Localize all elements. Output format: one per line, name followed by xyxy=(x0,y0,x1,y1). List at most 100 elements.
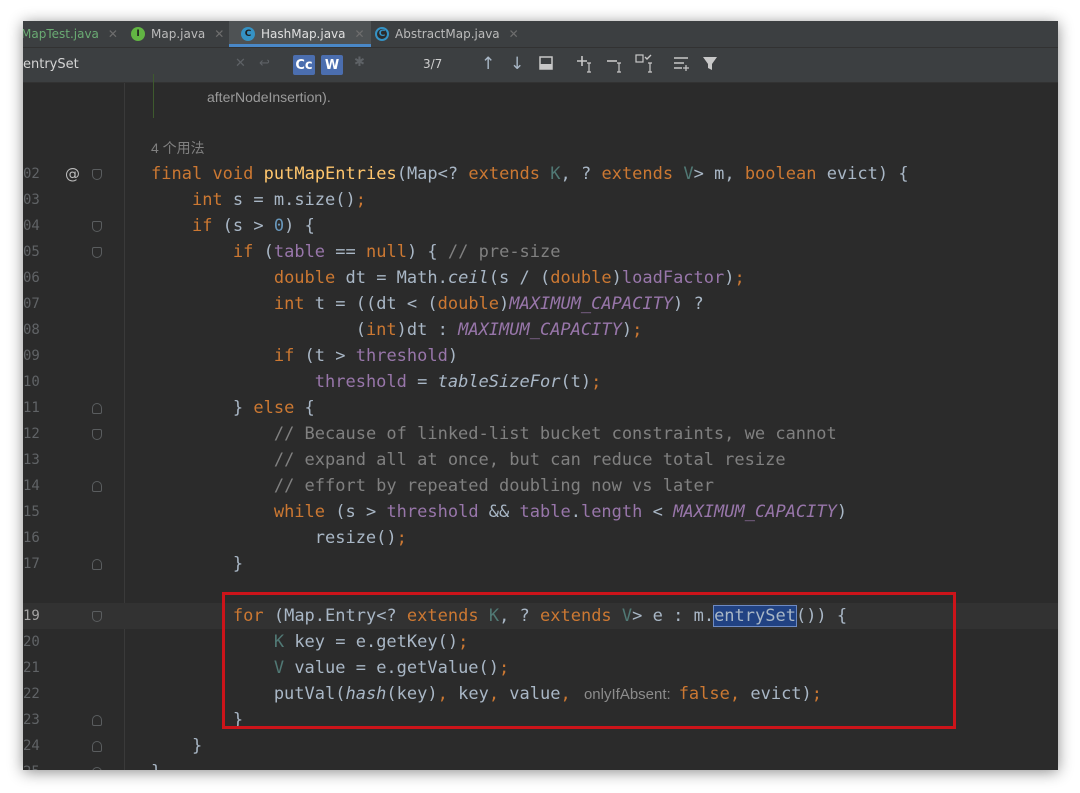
indent-guide xyxy=(153,74,154,118)
line-number: 22 xyxy=(23,686,40,702)
tab-map[interactable]: I Map.java ✕ xyxy=(131,21,224,47)
code-line-17[interactable]: 17 } xyxy=(23,551,1058,577)
fold-icon[interactable] xyxy=(92,169,102,180)
close-icon[interactable]: ✕ xyxy=(108,27,118,41)
fold-end-icon[interactable] xyxy=(92,715,102,726)
code-fragment: afterNodeInsertion). xyxy=(207,89,331,105)
code-text: int t = ((dt < (double)MAXIMUM_CAPACITY)… xyxy=(273,294,704,314)
ide-window: MapTest.java ✕ I Map.java ✕ C HashMap.ja… xyxy=(23,21,1058,770)
code-line-04[interactable]: 04 if (s > 0) { xyxy=(23,213,1058,239)
tab-label: AbstractMap.java xyxy=(395,27,500,41)
fold-end-icon[interactable] xyxy=(92,403,102,414)
fold-end-icon[interactable] xyxy=(92,481,102,492)
line-number: 08 xyxy=(23,322,40,338)
code-line-06[interactable]: 06 double dt = Math.ceil(s / (double)loa… xyxy=(23,265,1058,291)
code-editor[interactable]: afterNodeInsertion). 4 个用法 02 @ final vo… xyxy=(23,74,1058,770)
code-line-15[interactable]: 15 while (s > threshold && table.length … xyxy=(23,499,1058,525)
code-text: // effort by repeated doubling now vs la… xyxy=(273,476,714,496)
code-line-24[interactable]: 24 } xyxy=(23,733,1058,759)
fold-icon[interactable] xyxy=(92,247,102,258)
code-line-03[interactable]: 03 int s = m.size(); xyxy=(23,187,1058,213)
tab-label: Map.java xyxy=(151,27,206,41)
fold-end-icon[interactable] xyxy=(92,741,102,752)
code-text: if (s > 0) { xyxy=(191,216,315,236)
line-number: 24 xyxy=(23,738,40,754)
match-case-toggle[interactable]: Cc xyxy=(293,55,315,75)
usages-hint-line[interactable]: 4 个用法 xyxy=(23,135,1058,161)
tab-label: MapTest.java xyxy=(23,27,99,41)
remove-occurrence-icon[interactable] xyxy=(606,55,626,77)
code-line-16[interactable]: 16 resize(); xyxy=(23,525,1058,551)
filter-search-results-icon[interactable] xyxy=(673,56,689,76)
code-line-25[interactable]: 25 } xyxy=(23,759,1058,770)
line-number: 11 xyxy=(23,400,40,416)
line-number: 20 xyxy=(23,634,40,650)
code-text: } else { xyxy=(151,398,315,418)
tab-hashmap[interactable]: C HashMap.java ✕ xyxy=(229,21,371,47)
code-line-fragment[interactable]: afterNodeInsertion). xyxy=(23,74,1058,118)
line-number: 07 xyxy=(23,296,40,312)
code-line-11[interactable]: 11 } else { xyxy=(23,395,1058,421)
close-icon[interactable]: ✕ xyxy=(509,27,519,41)
find-bar: entrySet ✕ ↩ Cc W ✱ 3/7 ↑ ↓ xyxy=(23,48,1058,83)
search-input[interactable]: entrySet xyxy=(23,57,79,72)
regex-icon[interactable]: ✱ xyxy=(354,55,365,70)
code-line-14[interactable]: 14 // effort by repeated doubling now vs… xyxy=(23,473,1058,499)
previous-occurrence-icon[interactable]: ↑ xyxy=(481,54,495,74)
usages-hint[interactable]: 4 个用法 xyxy=(151,135,205,161)
line-number: 04 xyxy=(23,218,40,234)
line-number: 09 xyxy=(23,348,40,364)
code-line-07[interactable]: 07 int t = ((dt < (double)MAXIMUM_CAPACI… xyxy=(23,291,1058,317)
line-number: 05 xyxy=(23,244,40,260)
code-line-09[interactable]: 09 if (t > threshold) xyxy=(23,343,1058,369)
code-text: // Because of linked-list bucket constra… xyxy=(273,424,837,444)
line-number: 12 xyxy=(23,426,40,442)
code-text: } xyxy=(151,554,244,574)
filter-icon[interactable] xyxy=(702,56,718,76)
code-text: // expand all at once, but can reduce to… xyxy=(273,450,786,470)
class-icon: C xyxy=(241,27,255,41)
clear-search-icon[interactable]: ✕ xyxy=(235,56,246,71)
code-text: while (s > threshold && table.length < M… xyxy=(273,502,848,522)
line-number: 14 xyxy=(23,478,40,494)
code-text: threshold = tableSizeFor(t); xyxy=(314,372,602,392)
fold-end-icon[interactable] xyxy=(92,559,102,570)
tab-abstractmap[interactable]: C AbstractMap.java ✕ xyxy=(375,21,519,47)
close-icon[interactable]: ✕ xyxy=(355,27,365,41)
next-occurrence-icon[interactable]: ↓ xyxy=(510,54,524,74)
line-number: 16 xyxy=(23,530,40,546)
add-occurrence-icon[interactable] xyxy=(576,55,596,77)
fold-icon[interactable] xyxy=(92,429,102,440)
line-number: 10 xyxy=(23,374,40,390)
fold-icon[interactable] xyxy=(92,611,102,622)
fold-end-icon[interactable] xyxy=(92,767,102,770)
annotation-highlight-box xyxy=(222,592,956,729)
code-text: if (table == null) { // pre-size xyxy=(232,242,561,262)
line-number: 06 xyxy=(23,270,40,286)
code-line-05[interactable]: 05 if (table == null) { // pre-size xyxy=(23,239,1058,265)
code-text: if (t > threshold) xyxy=(273,346,459,366)
line-number: 21 xyxy=(23,660,40,676)
code-line-12[interactable]: 12 // Because of linked-list bucket cons… xyxy=(23,421,1058,447)
open-in-window-icon[interactable] xyxy=(539,56,553,74)
code-line-13[interactable]: 13 // expand all at once, but can reduce… xyxy=(23,447,1058,473)
line-number: 02 xyxy=(23,166,40,182)
code-text: } xyxy=(151,759,161,770)
code-line-08[interactable]: 08 (int)dt : MAXIMUM_CAPACITY); xyxy=(23,317,1058,343)
words-toggle[interactable]: W xyxy=(321,55,343,75)
match-count: 3/7 xyxy=(423,57,443,71)
override-icon[interactable]: @ xyxy=(65,161,80,187)
editor-tab-bar: MapTest.java ✕ I Map.java ✕ C HashMap.ja… xyxy=(23,21,1058,48)
line-number: 23 xyxy=(23,712,40,728)
code-text: double dt = Math.ceil(s / (double)loadFa… xyxy=(273,268,745,288)
code-line-02[interactable]: 02 @ final void putMapEntries(Map<? exte… xyxy=(23,161,1058,187)
tab-maptest[interactable]: MapTest.java ✕ xyxy=(23,21,118,47)
fold-icon[interactable] xyxy=(92,221,102,232)
code-text: } xyxy=(151,736,203,756)
code-line-10[interactable]: 10 threshold = tableSizeFor(t); xyxy=(23,369,1058,395)
search-history-icon[interactable]: ↩ xyxy=(259,56,270,71)
select-all-occurrences-icon[interactable] xyxy=(635,54,657,77)
line-number: 19 xyxy=(23,608,40,624)
close-icon[interactable]: ✕ xyxy=(214,27,224,41)
code-text: resize(); xyxy=(151,528,407,548)
